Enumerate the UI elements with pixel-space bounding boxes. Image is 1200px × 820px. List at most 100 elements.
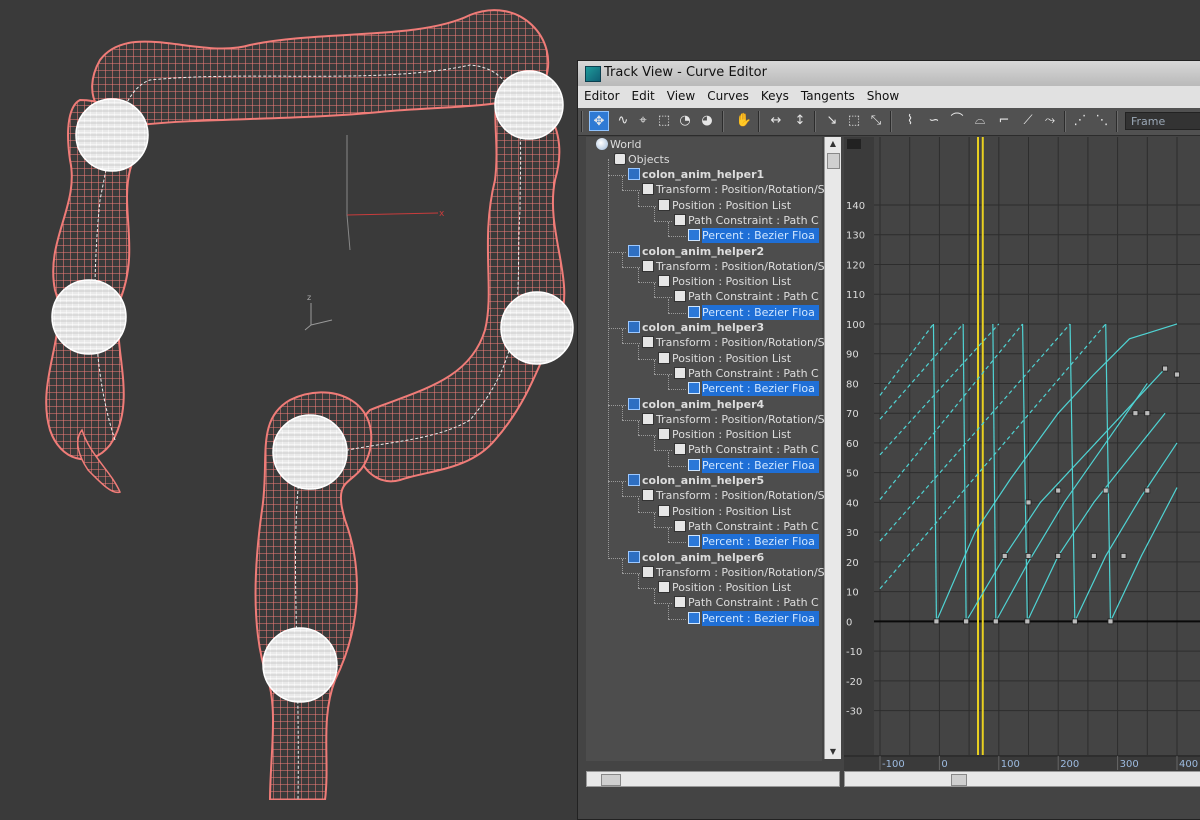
- key-point[interactable]: [1071, 618, 1078, 625]
- curve-graph[interactable]: 1401301201101009080706050403020100-10-20…: [844, 137, 1200, 761]
- key-point[interactable]: [933, 618, 940, 625]
- tree-label: Percent : Bezier Floa: [702, 228, 819, 244]
- draw-curves-icon[interactable]: ∿: [613, 111, 633, 131]
- transform-controller-icon: [642, 183, 654, 196]
- key-point[interactable]: [1102, 487, 1109, 494]
- move-keys-icon[interactable]: ✥: [589, 111, 609, 131]
- bezier-float-icon: [688, 229, 700, 242]
- tree-label: Percent : Bezier Floa: [702, 457, 819, 473]
- track-view-app-icon: [585, 66, 601, 82]
- pan-icon[interactable]: ✋: [734, 111, 754, 131]
- key-point[interactable]: [1144, 487, 1151, 494]
- menu-view[interactable]: View: [661, 86, 701, 108]
- retime-all-icon[interactable]: ◕: [697, 111, 717, 131]
- graph-horizontal-scrollbar[interactable]: [844, 771, 1200, 787]
- region-select-icon[interactable]: ⬚: [654, 111, 674, 131]
- key-point[interactable]: [1174, 371, 1180, 378]
- key-point[interactable]: [1025, 553, 1032, 559]
- key-point[interactable]: [992, 618, 999, 625]
- y-tick-label: 100: [846, 320, 865, 331]
- helper-sphere-6[interactable]: [262, 627, 338, 703]
- bezier-float-icon: [688, 535, 700, 548]
- retime-icon[interactable]: ◔: [675, 111, 695, 131]
- key-point[interactable]: [1090, 553, 1097, 559]
- helper-sphere-2[interactable]: [494, 70, 564, 140]
- helper-sphere-5[interactable]: [272, 414, 348, 490]
- fit-vertical-icon[interactable]: ↕: [790, 111, 810, 131]
- menu-curves[interactable]: Curves: [701, 86, 755, 108]
- tree-label: Path Constraint : Path C: [688, 290, 819, 304]
- tangent-slow-icon[interactable]: ⌓: [970, 111, 990, 131]
- menu-edit[interactable]: Edit: [626, 86, 661, 108]
- helper-object-icon: [628, 550, 640, 563]
- key-point[interactable]: [1024, 618, 1031, 625]
- tree-horizontal-scrollbar[interactable]: [586, 771, 840, 787]
- tangent-auto-icon[interactable]: ⌇: [900, 111, 920, 131]
- window-title: Track View - Curve Editor: [604, 65, 767, 80]
- tree-label: colon_anim_helper1: [642, 168, 765, 181]
- controller-tree[interactable]: World Objects colon_anim_helper1 Transfor…: [586, 137, 825, 761]
- tree-connector: [654, 297, 672, 299]
- tree-label: Transform : Position/Rotation/S: [656, 259, 825, 273]
- scroll-thumb[interactable]: [827, 153, 840, 169]
- tree-label: Position : Position List: [672, 581, 792, 595]
- key-point[interactable]: [1120, 553, 1127, 559]
- helper-sphere-3[interactable]: [51, 279, 127, 355]
- menu-editor[interactable]: Editor: [578, 86, 626, 108]
- tree-connector: [638, 191, 639, 206]
- select-region-icon[interactable]: ⬚: [844, 111, 864, 131]
- key-point[interactable]: [1107, 618, 1114, 625]
- add-keys-icon[interactable]: ⌖: [633, 111, 653, 131]
- y-tick-label: 80: [846, 379, 859, 390]
- scroll-thumb[interactable]: [601, 774, 621, 786]
- key-point[interactable]: [1144, 410, 1151, 417]
- scroll-down-arrow-icon[interactable]: ▼: [825, 745, 841, 759]
- bezier-float-icon: [688, 382, 700, 395]
- helper-object-icon: [628, 397, 640, 410]
- tangent-custom-icon[interactable]: ∽: [924, 111, 944, 131]
- helper-object-icon: [628, 321, 640, 333]
- scroll-thumb[interactable]: [951, 774, 967, 786]
- transform-controller-icon: [642, 336, 654, 349]
- fit-horizontal-icon[interactable]: ↔: [766, 111, 786, 131]
- tree-vertical-scrollbar[interactable]: ▲ ▼: [824, 137, 841, 759]
- position-list-icon: [658, 581, 670, 594]
- key-point[interactable]: [1055, 553, 1062, 559]
- key-point[interactable]: [1132, 410, 1139, 417]
- graph-corner-marker: [847, 139, 861, 149]
- x-tick-label: 200: [1060, 759, 1079, 770]
- tangent-linear-icon[interactable]: ⟋: [1018, 111, 1038, 131]
- tree-label: World: [610, 138, 642, 151]
- key-point[interactable]: [1025, 499, 1032, 506]
- helper-sphere-1[interactable]: [75, 98, 149, 172]
- tree-connector: [622, 329, 623, 344]
- helper-sphere-4[interactable]: [500, 291, 574, 365]
- tree-connector: [668, 542, 686, 544]
- key-point[interactable]: [1162, 365, 1169, 372]
- tangent-fast-icon[interactable]: ⌒: [947, 111, 967, 131]
- unify-tangents-icon[interactable]: ⋱: [1092, 111, 1112, 131]
- menu-show[interactable]: Show: [861, 86, 905, 108]
- scroll-up-arrow-icon[interactable]: ▲: [825, 137, 841, 151]
- key-point[interactable]: [963, 618, 970, 625]
- toolbar-separator: [1116, 111, 1118, 132]
- tree-label: Percent : Bezier Floa: [702, 534, 819, 550]
- select-by-value-icon[interactable]: ↘: [822, 111, 842, 131]
- bezier-float-icon: [688, 458, 700, 471]
- break-tangents-icon[interactable]: ⋰: [1070, 111, 1090, 131]
- key-point[interactable]: [1001, 553, 1008, 559]
- isolate-curve-icon[interactable]: ⤡: [866, 111, 886, 131]
- key-point[interactable]: [1055, 487, 1062, 494]
- title-bar[interactable]: Track View - Curve Editor: [578, 61, 1200, 87]
- tree-label: colon_anim_helper4: [642, 397, 765, 411]
- tangent-step-icon[interactable]: ⌐: [994, 111, 1014, 131]
- transform-controller-icon: [642, 412, 654, 425]
- menu-tangents[interactable]: Tangents: [795, 86, 861, 108]
- menu-keys[interactable]: Keys: [755, 86, 795, 108]
- tree-label: Path Constraint : Path C: [688, 213, 819, 227]
- tree-connector: [654, 589, 655, 604]
- tangent-smooth-icon[interactable]: ⤳: [1040, 111, 1060, 131]
- tree-label: Path Constraint : Path C: [688, 443, 819, 457]
- time-ruler[interactable]: -100 0 100 200 300 400: [844, 755, 1200, 771]
- frame-field[interactable]: Frame: [1125, 112, 1200, 130]
